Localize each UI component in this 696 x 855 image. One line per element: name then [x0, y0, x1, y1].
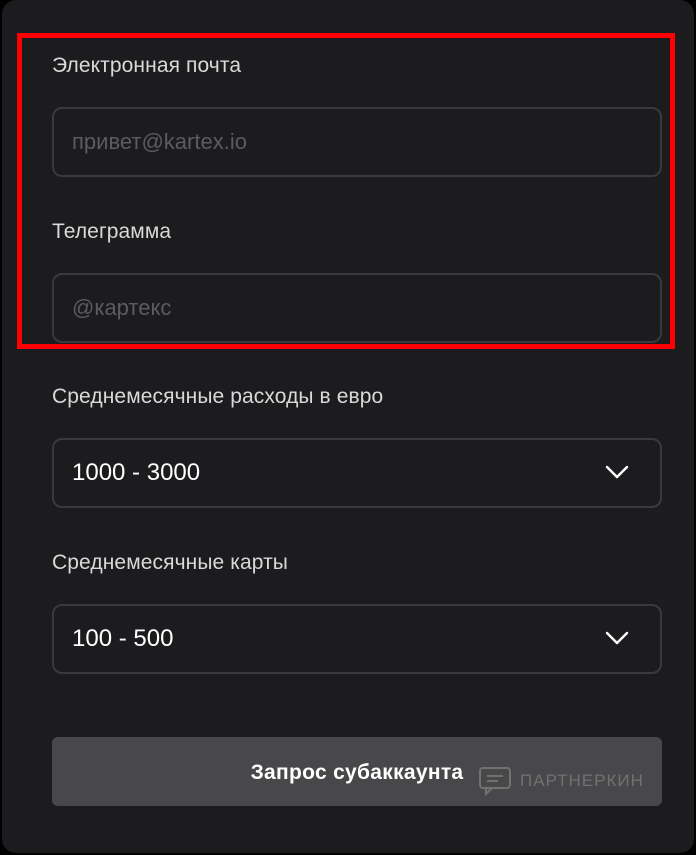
monthly-cards-label: Среднемесячные карты: [52, 551, 288, 574]
monthly-cards-select[interactable]: 100 - 500: [52, 604, 662, 674]
monthly-spend-value: 1000 - 3000: [72, 459, 201, 486]
monthly-spend-select[interactable]: 1000 - 3000: [52, 438, 662, 508]
chevron-down-icon: [605, 631, 629, 645]
watermark-text: ПАРТНЕРКИН: [520, 771, 644, 790]
watermark: ПАРТНЕРКИН: [478, 766, 644, 796]
chevron-down-icon: [605, 465, 629, 479]
email-field[interactable]: [54, 109, 660, 175]
telegram-field-box: [52, 273, 662, 343]
telegram-label: Телеграмма: [52, 220, 172, 243]
monthly-cards-value: 100 - 500: [72, 625, 174, 652]
email-label: Электронная почта: [52, 54, 242, 77]
partnerkin-logo-icon: [479, 767, 511, 796]
monthly-spend-label: Среднемесячные расходы в евро: [52, 385, 384, 408]
email-field-box: [52, 107, 662, 177]
request-form-panel: Электронная почта Телеграмма Среднемесяч…: [2, 0, 694, 853]
telegram-field[interactable]: [54, 275, 660, 341]
